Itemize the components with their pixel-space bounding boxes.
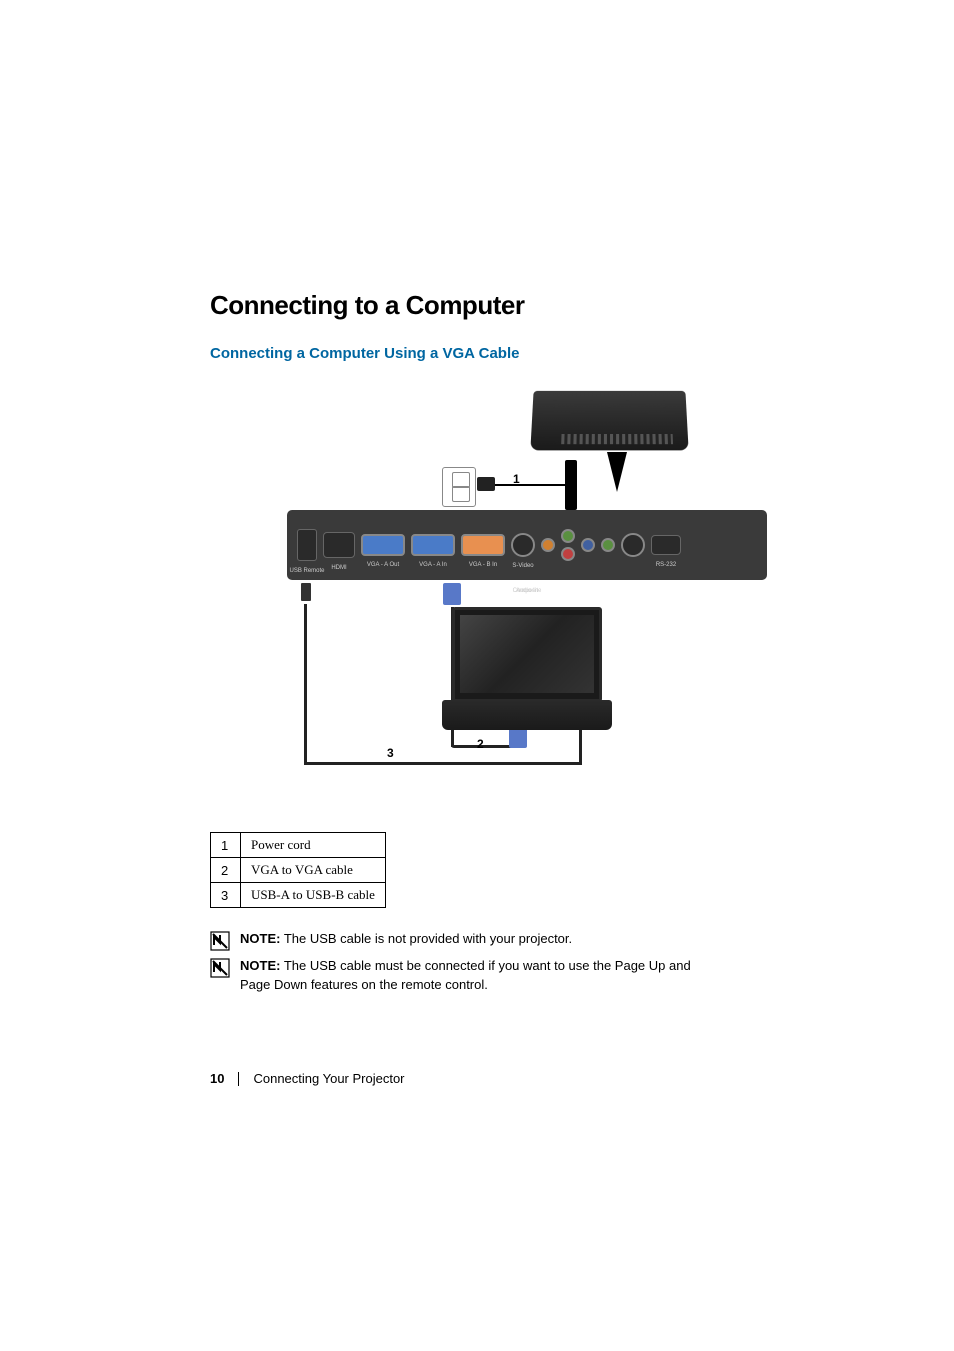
port-label: S-Video [512, 563, 533, 569]
usb-cable-line [304, 604, 307, 764]
legend-table: 1 Power cord 2 VGA to VGA cable 3 USB-A … [210, 832, 386, 908]
legend-num: 1 [211, 833, 241, 858]
port-label: RS-232 [656, 562, 676, 568]
usb-remote-port: USB Remote [297, 529, 317, 561]
laptop-illustration [442, 607, 612, 737]
note-block: NOTE: The USB cable is not provided with… [210, 930, 844, 951]
connection-diagram: 1 USB Remote HDMI VGA - A Out VGA - A In… [287, 382, 767, 782]
audio-out-jacks [561, 529, 575, 561]
usb-cable-line-h [304, 762, 582, 765]
power-plug-illustration [477, 477, 495, 491]
table-row: 1 Power cord [211, 833, 386, 858]
svideo-port: S-Video [511, 533, 535, 557]
wall-outlet-illustration [442, 467, 476, 507]
callout-2: 2 [477, 737, 484, 751]
legend-label: Power cord [241, 833, 386, 858]
footer-divider [238, 1072, 239, 1086]
power-cable-plug [565, 460, 577, 510]
callout-3: 3 [387, 746, 394, 760]
legend-label: USB-A to USB-B cable [241, 883, 386, 908]
note-body: The USB cable is not provided with your … [280, 931, 572, 946]
note-icon [210, 931, 230, 951]
port-label: VGA - A In [419, 562, 447, 568]
legend-num: 3 [211, 883, 241, 908]
laptop-base [442, 700, 612, 730]
note-text: NOTE: The USB cable must be connected if… [240, 957, 720, 995]
note-body: The USB cable must be connected if you w… [240, 958, 691, 992]
audio-out-r-jack [561, 547, 575, 561]
vga-connector-top [443, 583, 461, 605]
hdmi-port: HDMI [323, 532, 355, 558]
footer-section: Connecting Your Projector [253, 1071, 404, 1086]
note-prefix: NOTE: [240, 958, 280, 973]
usb-connector-top [301, 583, 311, 601]
note-block: NOTE: The USB cable must be connected if… [210, 957, 844, 995]
audio-b-port [621, 533, 645, 557]
note-prefix: NOTE: [240, 931, 280, 946]
composite-jack: Composite [541, 538, 555, 552]
table-row: 3 USB-A to USB-B cable [211, 883, 386, 908]
port-label: Audio-In [516, 588, 538, 594]
note-text: NOTE: The USB cable is not provided with… [240, 930, 572, 949]
mic-jack [601, 538, 615, 552]
note-icon [210, 958, 230, 978]
projector-illustration [530, 391, 688, 450]
page-number: 10 [210, 1071, 224, 1086]
page-footer: 10 Connecting Your Projector [210, 1071, 405, 1086]
diagram-arrow [607, 452, 627, 492]
table-row: 2 VGA to VGA cable [211, 858, 386, 883]
section-heading: Connecting to a Computer [210, 290, 844, 321]
rs232-port: RS-232 [651, 535, 681, 555]
power-cable-line [495, 484, 565, 486]
legend-num: 2 [211, 858, 241, 883]
legend-label: VGA to VGA cable [241, 858, 386, 883]
audio-in-jack: Audio-In [581, 538, 595, 552]
vga-b-in-port: VGA - B In [461, 534, 505, 556]
callout-1: 1 [513, 472, 520, 486]
projector-rear-panel: USB Remote HDMI VGA - A Out VGA - A In V… [287, 510, 767, 580]
laptop-screen [452, 607, 602, 702]
section-subheading: Connecting a Computer Using a VGA Cable [210, 345, 844, 362]
vga-a-out-port: VGA - A Out [361, 534, 405, 556]
document-page: Connecting to a Computer Connecting a Co… [0, 0, 954, 995]
port-label: VGA - B In [469, 562, 497, 568]
port-label: USB Remote [289, 568, 324, 574]
port-label: VGA - A Out [367, 562, 399, 568]
port-label: HDMI [331, 565, 346, 571]
vga-a-in-port: VGA - A In [411, 534, 455, 556]
audio-out-l-jack [561, 529, 575, 543]
